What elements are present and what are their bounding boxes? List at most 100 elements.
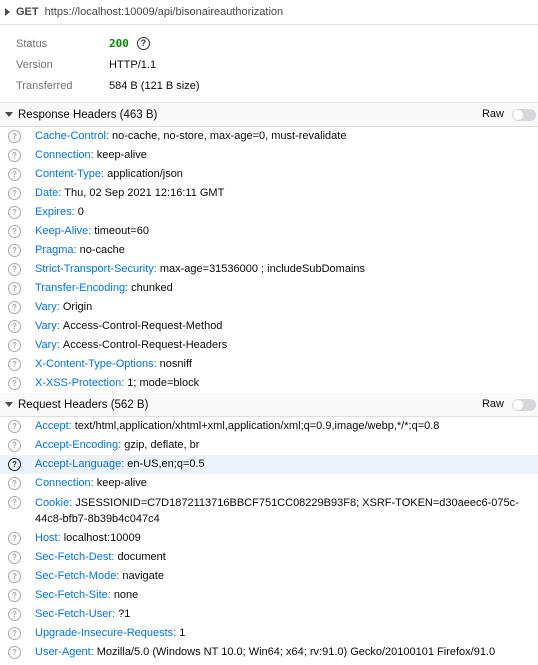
help-icon[interactable]: ? bbox=[8, 570, 21, 583]
header-row[interactable]: ? Sec-Fetch-Site: none bbox=[0, 586, 538, 605]
help-icon[interactable]: ? bbox=[8, 439, 21, 452]
header-value: 0 bbox=[77, 206, 84, 218]
header-name: Connection: bbox=[35, 149, 94, 161]
help-icon[interactable]: ? bbox=[8, 225, 21, 238]
help-icon[interactable]: ? bbox=[8, 263, 21, 276]
header-row[interactable]: ? Vary: Access-Control-Request-Headers bbox=[0, 336, 538, 355]
help-icon[interactable]: ? bbox=[8, 646, 21, 659]
help-icon[interactable]: ? bbox=[8, 149, 21, 162]
help-icon[interactable]: ? bbox=[8, 458, 21, 471]
header-value: en-US,en;q=0.5 bbox=[127, 458, 205, 470]
header-row[interactable]: ? Pragma: no-cache bbox=[0, 241, 538, 260]
request-headers-title: Request Headers (562 B) bbox=[18, 398, 149, 411]
header-value: none bbox=[113, 589, 139, 601]
help-icon[interactable]: ? bbox=[8, 377, 21, 390]
header-value: Access-Control-Request-Method bbox=[62, 320, 223, 332]
header-name: Cache-Control: bbox=[35, 130, 109, 142]
header-value: nosniff bbox=[159, 358, 192, 370]
help-icon[interactable]: ? bbox=[8, 477, 21, 490]
summary-panel: Status 200 ? Version HTTP/1.1 Transferre… bbox=[0, 25, 538, 103]
help-icon[interactable]: ? bbox=[8, 130, 21, 143]
header-row[interactable]: ? X-Content-Type-Options: nosniff bbox=[0, 355, 538, 374]
header-row[interactable]: ? Accept: text/html,application/xhtml+xml,… bbox=[0, 417, 538, 436]
version-value: HTTP/1.1 bbox=[109, 58, 157, 71]
header-row[interactable]: ? Keep-Alive: timeout=60 bbox=[0, 222, 538, 241]
header-row[interactable]: ? Connection: keep-alive bbox=[0, 474, 538, 493]
header-row[interactable]: ? User-Agent: Mozilla/5.0 (Windows NT 10.0… bbox=[0, 643, 538, 662]
header-value: 1; mode=block bbox=[127, 377, 200, 389]
request-summary-bar[interactable]: GET https://localhost:10009/api/bisonair… bbox=[0, 0, 538, 25]
header-row[interactable]: ? Content-Type: application/json bbox=[0, 165, 538, 184]
header-row[interactable]: ? Cache-Control: no-cache, no-store, max-a… bbox=[0, 127, 538, 146]
help-icon[interactable]: ? bbox=[8, 358, 21, 371]
header-name: Keep-Alive: bbox=[35, 225, 92, 237]
header-row[interactable]: ? Strict-Transport-Security: max-age=31536… bbox=[0, 260, 538, 279]
header-row[interactable]: ? Connection: keep-alive bbox=[0, 146, 538, 165]
header-name: Content-Type: bbox=[35, 168, 105, 180]
help-icon[interactable]: ? bbox=[8, 168, 21, 181]
header-name: Transfer-Encoding: bbox=[35, 282, 129, 294]
summary-row-version: Version HTTP/1.1 bbox=[16, 54, 538, 75]
response-headers-list: ? Cache-Control: no-cache, no-store, max-a… bbox=[0, 127, 538, 393]
expand-triangle-icon[interactable] bbox=[5, 112, 13, 117]
header-row[interactable]: ? Vary: Access-Control-Request-Method bbox=[0, 317, 538, 336]
header-name: Sec-Fetch-Site: bbox=[35, 589, 111, 601]
help-icon[interactable]: ? bbox=[8, 627, 21, 640]
header-value: navigate bbox=[122, 570, 164, 582]
request-url[interactable]: https://localhost:10009/api/bisonaireaut… bbox=[45, 6, 284, 18]
request-headers-list: ? Accept: text/html,application/xhtml+xml,… bbox=[0, 417, 538, 662]
header-row[interactable]: ? Sec-Fetch-Mode: navigate bbox=[0, 567, 538, 586]
help-icon[interactable]: ? bbox=[8, 608, 21, 621]
summary-row-transferred: Transferred 584 B (121 B size) bbox=[16, 75, 538, 96]
status-help-icon[interactable]: ? bbox=[136, 37, 150, 50]
header-value: no-cache, no-store, max-age=0, must-reva… bbox=[111, 130, 347, 142]
raw-toggle-switch[interactable] bbox=[512, 399, 536, 411]
raw-label: Raw bbox=[481, 398, 504, 410]
response-headers-toggle[interactable]: Response Headers (463 B) Raw bbox=[0, 103, 538, 127]
request-headers-toggle[interactable]: Request Headers (562 B) Raw bbox=[0, 393, 538, 417]
help-icon[interactable]: ? bbox=[8, 301, 21, 314]
header-value: JSESSIONID=C7D1872113716BBCF751CC08229B9… bbox=[35, 497, 519, 525]
header-row[interactable]: ? Date: Thu, 02 Sep 2021 12:16:11 GMT bbox=[0, 184, 538, 203]
header-row[interactable]: ? Sec-Fetch-Dest: document bbox=[0, 548, 538, 567]
header-row[interactable]: ? X-XSS-Protection: 1; mode=block bbox=[0, 374, 538, 393]
header-row[interactable]: ? Sec-Fetch-User: ?1 bbox=[0, 605, 538, 624]
header-name: X-Content-Type-Options: bbox=[35, 358, 157, 370]
raw-toggle-switch[interactable] bbox=[512, 109, 536, 121]
header-row[interactable]: ? Accept-Encoding: gzip, deflate, br bbox=[0, 436, 538, 455]
header-name: Expires: bbox=[35, 206, 75, 218]
header-row[interactable]: ? Cookie: JSESSIONID=C7D1872113716BBCF751C… bbox=[0, 493, 538, 529]
header-value: no-cache bbox=[79, 244, 125, 256]
help-icon[interactable]: ? bbox=[8, 532, 21, 545]
help-icon[interactable]: ? bbox=[8, 420, 21, 433]
header-value: application/json bbox=[107, 168, 183, 180]
header-value: chunked bbox=[131, 282, 173, 294]
help-icon[interactable]: ? bbox=[8, 589, 21, 602]
header-row[interactable]: ? Host: localhost:10009 bbox=[0, 529, 538, 548]
help-icon[interactable]: ? bbox=[8, 244, 21, 257]
header-name: User-Agent: bbox=[35, 646, 94, 658]
help-icon[interactable]: ? bbox=[8, 551, 21, 564]
expand-triangle-icon[interactable] bbox=[5, 402, 13, 407]
collapse-triangle-icon[interactable] bbox=[5, 8, 10, 16]
header-value: keep-alive bbox=[96, 477, 147, 489]
header-name: Accept-Language: bbox=[35, 458, 125, 470]
help-icon[interactable]: ? bbox=[8, 206, 21, 219]
header-row[interactable]: ? Transfer-Encoding: chunked bbox=[0, 279, 538, 298]
help-icon[interactable]: ? bbox=[8, 282, 21, 295]
header-row[interactable]: ? Vary: Origin bbox=[0, 298, 538, 317]
header-name: Accept-Encoding: bbox=[35, 439, 122, 451]
header-name: Sec-Fetch-Dest: bbox=[35, 551, 115, 563]
header-name: Date: bbox=[35, 187, 62, 199]
help-icon[interactable]: ? bbox=[8, 320, 21, 333]
help-icon[interactable]: ? bbox=[8, 496, 21, 509]
header-row[interactable]: ? Accept-Language: en-US,en;q=0.5 bbox=[0, 455, 538, 474]
help-icon[interactable]: ? bbox=[8, 339, 21, 352]
header-value: document bbox=[117, 551, 166, 563]
header-value: text/html,application/xhtml+xml,applicat… bbox=[74, 420, 440, 432]
header-row[interactable]: ? Expires: 0 bbox=[0, 203, 538, 222]
help-icon[interactable]: ? bbox=[8, 187, 21, 200]
header-name: Cookie: bbox=[35, 497, 73, 509]
header-value: Origin bbox=[62, 301, 93, 313]
header-row[interactable]: ? Upgrade-Insecure-Requests: 1 bbox=[0, 624, 538, 643]
